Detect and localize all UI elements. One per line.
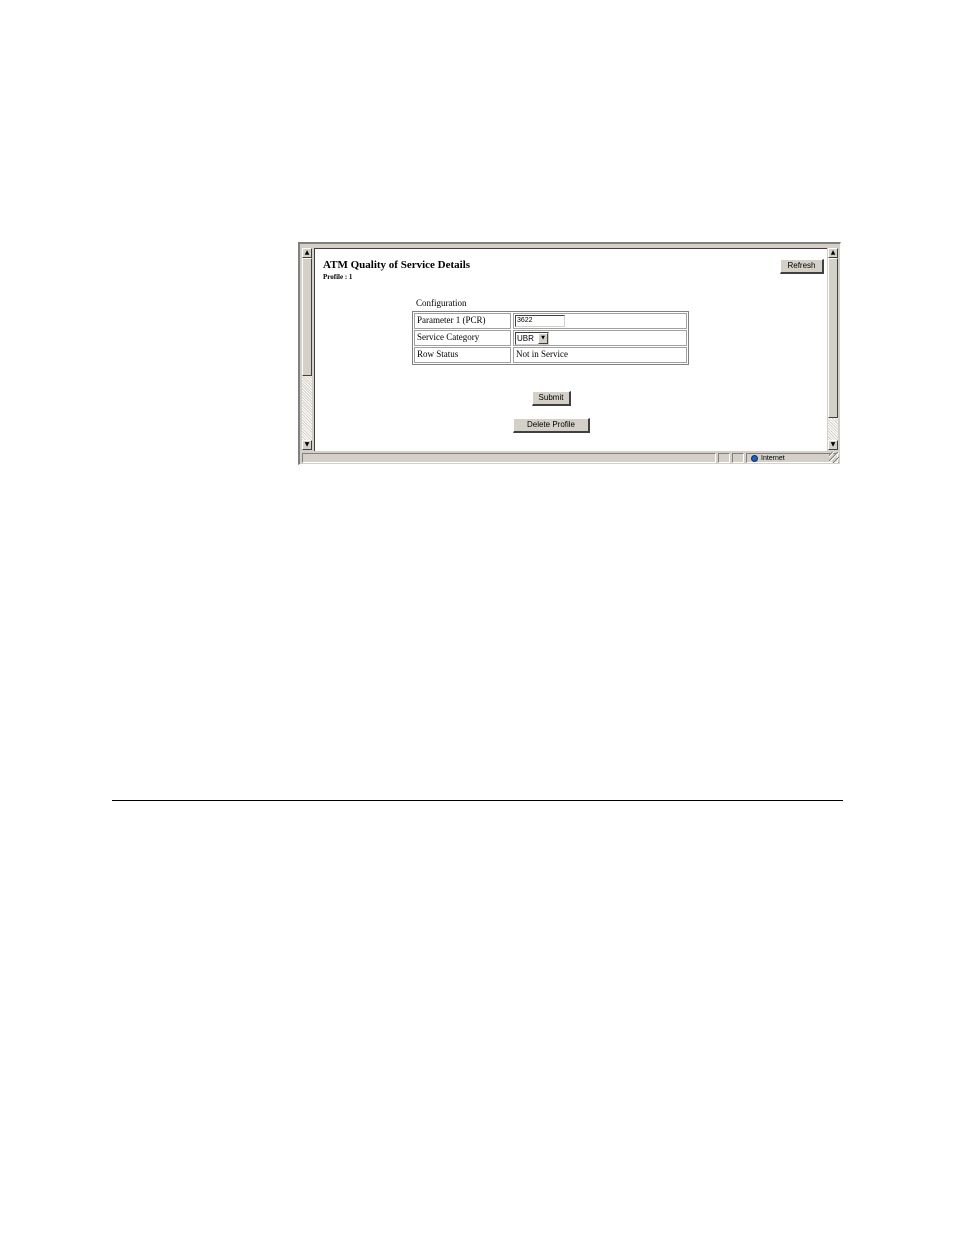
- globe-icon: [751, 455, 758, 462]
- zone-pane: Internet: [746, 453, 838, 463]
- service-category-label: Service Category: [414, 330, 511, 346]
- table-row: Row Status Not in Service: [414, 347, 687, 363]
- row-status-label: Row Status: [414, 347, 511, 363]
- left-scrollbar[interactable]: ▲ ▼: [302, 248, 312, 450]
- right-scroll-thumb[interactable]: [828, 258, 838, 418]
- chevron-down-icon[interactable]: ▼: [538, 333, 548, 344]
- scroll-up-icon[interactable]: ▲: [828, 248, 838, 258]
- pcr-input[interactable]: 3622: [515, 315, 565, 327]
- status-pane: [732, 453, 744, 463]
- pcr-cell: 3622: [513, 313, 687, 329]
- right-scrollbar[interactable]: ▲ ▼: [828, 248, 838, 450]
- page-content: ATM Quality of Service Details Profile :…: [314, 248, 827, 451]
- pcr-label: Parameter 1 (PCR): [414, 313, 511, 329]
- service-category-value: UBR: [517, 334, 534, 343]
- page-divider: [112, 800, 843, 801]
- refresh-button[interactable]: Refresh: [780, 259, 824, 274]
- service-category-cell: UBR ▼: [513, 330, 687, 346]
- service-category-select[interactable]: UBR ▼: [515, 332, 549, 345]
- table-row: Service Category UBR ▼: [414, 330, 687, 346]
- configuration-label: Configuration: [416, 298, 467, 308]
- left-scroll-thumb[interactable]: [302, 258, 312, 376]
- page-title: ATM Quality of Service Details: [323, 259, 471, 271]
- status-bar: Internet: [302, 452, 839, 464]
- submit-button[interactable]: Submit: [532, 391, 571, 406]
- row-status-value: Not in Service: [513, 347, 687, 363]
- zone-label: Internet: [761, 455, 785, 462]
- configuration-table: Parameter 1 (PCR) 3622 Service Category …: [412, 311, 689, 365]
- scroll-down-icon[interactable]: ▼: [828, 440, 838, 450]
- delete-profile-button[interactable]: Delete Profile: [513, 418, 590, 433]
- scroll-up-icon[interactable]: ▲: [302, 248, 312, 258]
- browser-window: ▲ ▼ ATM Quality of Service Details Profi…: [298, 242, 841, 465]
- table-row: Parameter 1 (PCR) 3622: [414, 313, 687, 329]
- status-pane: [718, 453, 730, 463]
- page-subtitle: Profile : 1: [323, 273, 353, 281]
- resize-grip-icon[interactable]: [829, 452, 839, 463]
- status-text-pane: [302, 453, 716, 463]
- scroll-down-icon[interactable]: ▼: [302, 440, 312, 450]
